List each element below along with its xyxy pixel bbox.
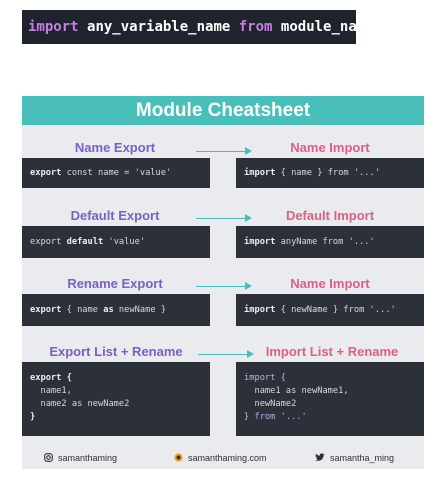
from-keyword: from (238, 19, 273, 35)
instagram-link[interactable]: samanthaming (44, 453, 117, 463)
default-import-code: import anyName from '...' (236, 226, 424, 258)
twitter-icon (315, 453, 325, 461)
default-import-label: Default Import (285, 208, 375, 223)
rename-import-code: import { newName } from '...' (236, 294, 424, 326)
import-list-code: import { name1 as newName1, newName2} fr… (236, 362, 424, 436)
default-export-code: export default 'value' (22, 226, 210, 258)
top-code-strip: import any_variable_name from module_nam… (22, 10, 374, 44)
name-import-label: Name Import (290, 140, 370, 155)
website-url: samanthaming.com (188, 452, 267, 463)
twitter-link[interactable]: samantha_ming (315, 453, 394, 463)
export-list-code: export { name1, name2 as newName2} (22, 362, 210, 436)
footer: samanthaming samanthaming.com samantha_m… (22, 446, 424, 469)
website-logo-icon (174, 453, 183, 462)
name-import-code: import { name } from '...' (236, 158, 424, 188)
rename-export-label: Rename Export (67, 276, 163, 291)
arrow-icon (196, 214, 252, 222)
export-list-label: Export List + Rename (49, 344, 183, 359)
cheatsheet-card: Module Cheatsheet Name Export Name Impor… (22, 96, 424, 469)
default-export-label: Default Export (70, 208, 160, 223)
arrow-icon (196, 147, 252, 155)
rename-import-label: Name Import (290, 276, 370, 291)
instagram-handle: samanthaming (58, 452, 118, 463)
variable-name: any_variable_name (87, 19, 231, 35)
cheatsheet-title: Module Cheatsheet (22, 96, 424, 125)
rename-export-code: export { name as newName } (22, 294, 210, 326)
import-keyword: import (28, 19, 79, 35)
instagram-icon (44, 453, 53, 462)
module-name: module_name (280, 19, 374, 35)
twitter-handle: samantha_ming (330, 452, 395, 463)
name-export-code: export const name = 'value' (22, 158, 210, 188)
name-export-label: Name Export (74, 140, 156, 155)
website-link[interactable]: samanthaming.com (174, 453, 267, 463)
arrow-icon (198, 350, 254, 358)
import-list-label: Import List + Rename (265, 344, 399, 359)
arrow-icon (196, 282, 252, 290)
